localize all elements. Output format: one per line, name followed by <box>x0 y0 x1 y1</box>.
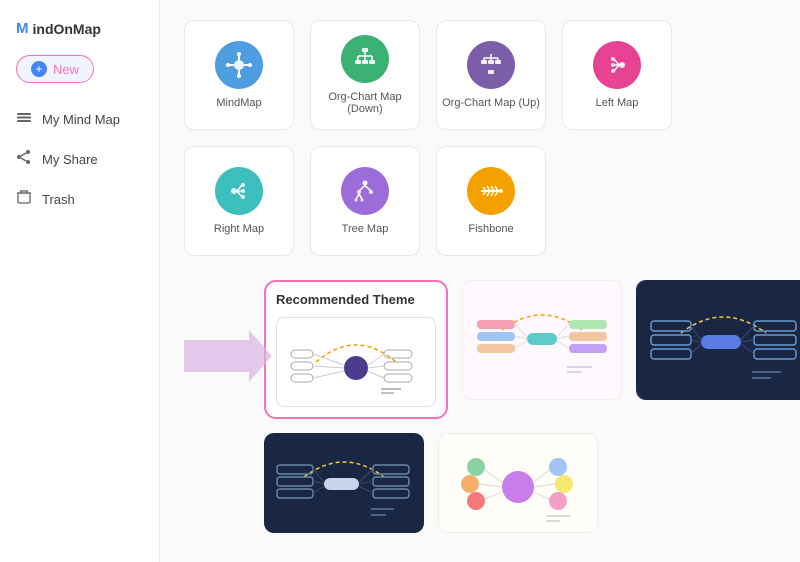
my-mind-map-label: My Mind Map <box>42 112 120 127</box>
sidebar-item-trash[interactable]: Trash <box>0 179 159 219</box>
logo-text: indOnMap <box>33 21 101 37</box>
trash-icon <box>16 189 32 209</box>
dark-theme-svg <box>646 293 800 388</box>
map-type-grid: MindMap Org-Chart Map (Down) <box>184 20 776 256</box>
arrow-icon <box>184 330 272 382</box>
theme-top-row: Recommended Theme <box>264 280 800 419</box>
map-card-tree[interactable]: Tree Map <box>310 146 420 256</box>
pastel-theme-svg <box>472 295 612 385</box>
theme-row-2 <box>264 433 800 533</box>
tree-map-label: Tree Map <box>342 223 389 235</box>
fishbone-label: Fishbone <box>468 223 513 235</box>
recommended-title: Recommended Theme <box>276 292 436 307</box>
my-share-label: My Share <box>42 152 98 167</box>
logo-icon: M <box>16 20 29 37</box>
new-button[interactable]: + New <box>16 55 94 83</box>
map-card-org-up[interactable]: Org-Chart Map (Up) <box>436 20 546 130</box>
sidebar-item-my-mind-map[interactable]: My Mind Map <box>0 99 159 139</box>
new-button-label: New <box>53 62 79 77</box>
theme-preview-pastel[interactable] <box>462 280 622 400</box>
left-map-label: Left Map <box>596 97 639 109</box>
map-card-fishbone[interactable]: Fishbone <box>436 146 546 256</box>
recommended-section: Recommended Theme <box>184 280 776 533</box>
main-content: MindMap Org-Chart Map (Down) <box>160 0 800 562</box>
map-card-right[interactable]: Right Map <box>184 146 294 256</box>
org-up-label: Org-Chart Map (Up) <box>442 97 540 109</box>
sidebar: M indOnMap + New My Mind Map My Share Tr… <box>0 0 160 562</box>
map-card-mindmap[interactable]: MindMap <box>184 20 294 130</box>
tree-map-icon <box>341 167 389 215</box>
arrow-container <box>184 330 272 382</box>
map-card-org-down[interactable]: Org-Chart Map (Down) <box>310 20 420 130</box>
trash-label: Trash <box>42 192 75 207</box>
left-map-icon <box>593 41 641 89</box>
map-card-left[interactable]: Left Map <box>562 20 672 130</box>
share-icon <box>16 149 32 169</box>
white-theme-svg <box>286 323 426 401</box>
theme-content: Recommended Theme <box>264 280 800 533</box>
right-map-label: Right Map <box>214 223 264 235</box>
theme-preview-light2[interactable] <box>438 433 598 533</box>
org-down-label: Org-Chart Map (Down) <box>311 91 419 115</box>
org-down-icon <box>341 35 389 83</box>
right-map-icon <box>215 167 263 215</box>
logo: M indOnMap <box>0 10 159 55</box>
plus-icon: + <box>31 61 47 77</box>
mindmap-label: MindMap <box>216 97 261 109</box>
theme-preview-dark2[interactable] <box>264 433 424 533</box>
sidebar-item-my-share[interactable]: My Share <box>0 139 159 179</box>
mindmap-icon <box>215 41 263 89</box>
recommended-theme-box[interactable]: Recommended Theme <box>264 280 448 419</box>
fishbone-icon <box>467 167 515 215</box>
theme-preview-dark[interactable] <box>636 280 800 400</box>
theme-preview-white[interactable] <box>276 317 436 407</box>
mind-map-icon <box>16 109 32 129</box>
light2-theme-svg <box>448 442 588 524</box>
dark2-theme-svg <box>274 442 414 524</box>
org-up-icon <box>467 41 515 89</box>
